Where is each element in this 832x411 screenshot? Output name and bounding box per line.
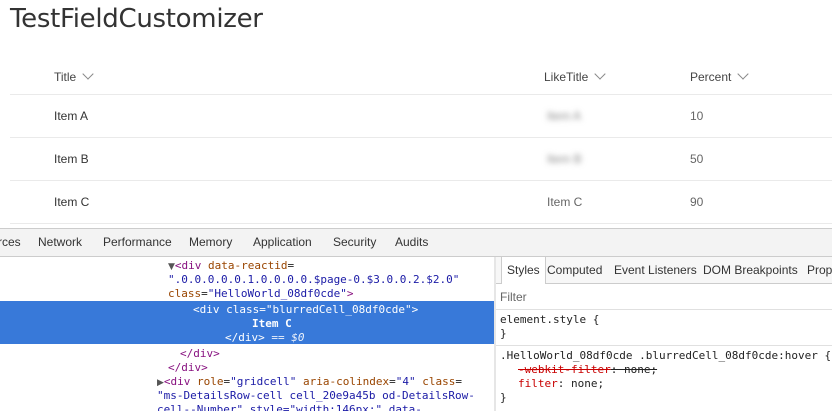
column-header-title[interactable]: Title — [54, 56, 94, 98]
column-header-label: Title — [54, 70, 77, 84]
tab-dom-breakpoints[interactable]: DOM Breakpoints — [703, 257, 798, 283]
list-row[interactable]: Item C Item C 90 — [10, 181, 832, 224]
chevron-down-icon — [737, 68, 750, 80]
css-rule-close: } — [500, 391, 507, 404]
cell-percent: 90 — [690, 195, 704, 209]
dom-node-line[interactable]: ▶<div role="gridcell" aria-colindex="4" … — [157, 375, 462, 389]
tab-application[interactable]: Application — [253, 229, 312, 256]
dom-node-line: ".0.0.0.0.0.1.0.0.0.0.$page-0.$3.0.0.2.$… — [168, 273, 460, 286]
column-header-percent[interactable]: Percent — [690, 56, 750, 98]
styles-pane: Styles Computed Event Listeners DOM Brea… — [496, 257, 832, 411]
css-declaration[interactable]: filter: none; — [518, 377, 604, 391]
tab-properties[interactable]: Prop — [807, 257, 832, 283]
tab-security[interactable]: Security — [333, 229, 376, 256]
element-style-close: } — [500, 327, 507, 340]
cell-liketitle-blurred[interactable]: Item B — [547, 138, 582, 180]
cell-title[interactable]: Item C — [54, 181, 89, 223]
tab-event-listeners[interactable]: Event Listeners — [614, 257, 697, 283]
cell-title[interactable]: Item A — [54, 95, 88, 137]
tab-memory[interactable]: Memory — [189, 229, 232, 256]
tab-sources[interactable]: rces — [0, 229, 21, 256]
cell-title[interactable]: Item B — [54, 138, 89, 180]
collapsed-triangle-icon[interactable]: ▶ — [157, 378, 164, 388]
tab-audits[interactable]: Audits — [395, 229, 428, 256]
styles-tabbar: Styles Computed Event Listeners DOM Brea… — [496, 257, 832, 284]
dom-tree[interactable]: ▼<div data-reactid= ".0.0.0.0.0.1.0.0.0.… — [0, 257, 495, 411]
element-style-selector[interactable]: element.style { — [500, 313, 599, 327]
chevron-down-icon — [82, 68, 94, 80]
dom-text-node: Item C — [252, 317, 292, 330]
divider — [496, 309, 832, 310]
column-header-label: Percent — [690, 70, 732, 84]
dom-node-line: "ms-DetailsRow-cell cell_20e9a45b od-Det… — [157, 389, 475, 402]
cell-percent: 10 — [690, 109, 704, 123]
dom-close-tag: </div> == $0 — [225, 331, 305, 344]
css-rule-selector[interactable]: .HelloWorld_08df0cde .blurredCell_08df0c… — [500, 349, 831, 363]
list-row[interactable]: Item B Item B 50 — [10, 138, 832, 181]
styles-filter-input[interactable]: Filter — [500, 290, 527, 304]
list-header: Title LikeTitle Percent — [10, 56, 832, 95]
tab-styles[interactable]: Styles — [501, 257, 546, 284]
column-header-liketitle[interactable]: LikeTitle — [544, 56, 606, 98]
devtools-panel: rces Network Performance Memory Applicat… — [0, 228, 832, 411]
selected-dom-node[interactable]: <div class="blurredCell_08df0cde"> — [193, 303, 418, 317]
tab-performance[interactable]: Performance — [103, 229, 172, 256]
css-declaration-overridden[interactable]: -webkit-filter: none; — [518, 363, 657, 377]
expand-triangle-icon[interactable]: ▼ — [168, 262, 175, 272]
dom-node-line[interactable]: ▼<div data-reactid= — [168, 259, 294, 273]
tab-network[interactable]: Network — [38, 229, 82, 256]
tab-computed[interactable]: Computed — [547, 257, 602, 283]
devtools-tabbar: rces Network Performance Memory Applicat… — [0, 229, 832, 257]
page-title: TestFieldCustomizer — [10, 4, 263, 34]
details-list: Title LikeTitle Percent Item A Item A 10… — [10, 56, 832, 224]
dom-close-tag: </div> — [180, 347, 220, 360]
cell-liketitle[interactable]: Item C — [547, 181, 582, 223]
cell-liketitle-blurred[interactable]: Item A — [547, 95, 581, 137]
column-header-label: LikeTitle — [544, 70, 589, 84]
divider — [496, 345, 832, 346]
cell-percent: 50 — [690, 152, 704, 166]
dom-close-tag: </div> — [168, 361, 208, 374]
list-row[interactable]: Item A Item A 10 — [10, 95, 832, 138]
dom-node-line: class="HelloWorld_08df0cde"> — [168, 287, 354, 300]
chevron-down-icon — [594, 68, 606, 80]
